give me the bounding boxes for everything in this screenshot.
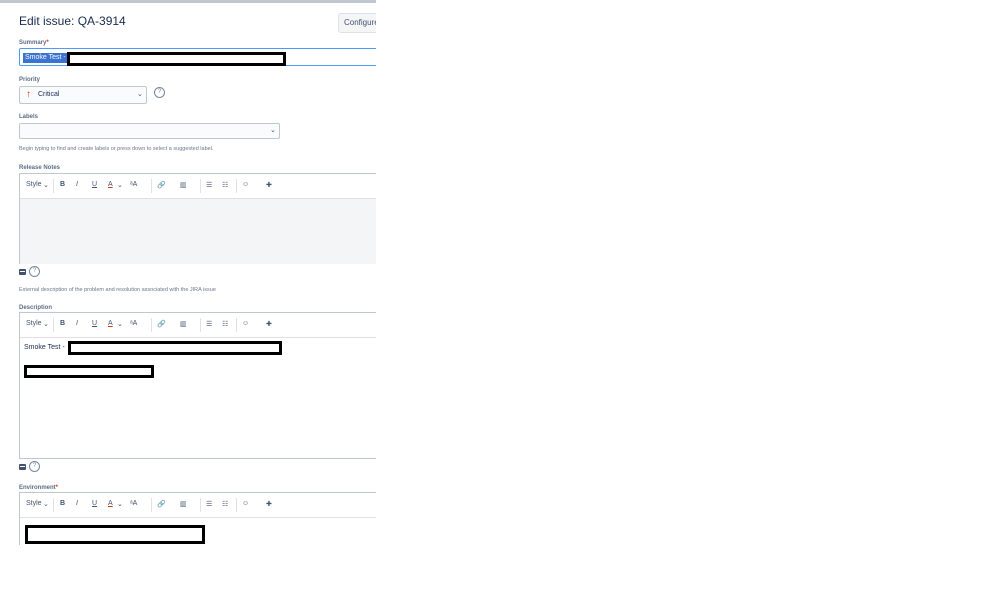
numbered-list-icon[interactable]: ☷: [222, 181, 228, 189]
release-notes-label: Release Notes: [19, 165, 61, 171]
chevron-down-icon: ⌄: [43, 501, 49, 508]
attachment-icon[interactable]: ▥: [180, 500, 187, 508]
attachment-icon[interactable]: ▥: [180, 181, 187, 189]
bullet-list-icon[interactable]: ☰: [206, 500, 212, 508]
italic-button[interactable]: I: [76, 181, 78, 188]
environment-label: Environment*: [19, 485, 58, 491]
attachment-icon[interactable]: ▥: [180, 320, 187, 328]
editor-toolbar: Style ⌄ B I U A ⌄ ᵃA 🔗 ▥ ☰ ☷ ☺ ✚: [20, 174, 376, 199]
insert-more-icon[interactable]: ✚: [266, 320, 272, 328]
required-marker: *: [55, 485, 59, 491]
style-dropdown[interactable]: Style: [26, 320, 42, 327]
priority-label: Priority: [19, 77, 41, 83]
italic-button[interactable]: I: [76, 320, 78, 327]
release-notes-editor: Style ⌄ B I U A ⌄ ᵃA 🔗 ▥ ☰ ☷ ☺ ✚: [19, 173, 376, 264]
numbered-list-icon[interactable]: ☷: [222, 320, 228, 328]
redaction-box: [67, 52, 286, 66]
edit-issue-dialog: Edit issue: QA-3914 Configure Summary* S…: [0, 0, 376, 545]
toolbar-divider: [236, 318, 237, 332]
numbered-list-icon[interactable]: ☷: [222, 500, 228, 508]
description-label: Description: [19, 305, 53, 311]
toolbar-divider: [151, 179, 152, 193]
toolbar-divider: [236, 179, 237, 193]
link-icon[interactable]: 🔗: [157, 320, 166, 328]
release-notes-help-icon[interactable]: ?: [29, 266, 40, 277]
labels-label: Labels: [19, 114, 39, 120]
toolbar-divider: [53, 179, 54, 193]
more-formatting-button[interactable]: ᵃA: [130, 500, 137, 507]
redaction-box: [68, 341, 282, 355]
priority-select[interactable]: ↑ Critical ⌄: [19, 86, 147, 104]
toolbar-divider: [200, 498, 201, 512]
toolbar-divider: [200, 179, 201, 193]
labels-hint: Begin typing to find and create labels o…: [19, 146, 214, 152]
description-help-icon[interactable]: ?: [29, 461, 40, 472]
bullet-list-icon[interactable]: ☰: [206, 181, 212, 189]
configure-fields-button[interactable]: Configure: [338, 13, 376, 33]
chevron-down-icon: ⌄: [43, 182, 49, 189]
chevron-down-icon: ⌄: [117, 182, 123, 189]
insert-more-icon[interactable]: ✚: [266, 500, 272, 508]
emoji-icon[interactable]: ☺: [242, 500, 249, 507]
bold-button[interactable]: B: [60, 181, 65, 188]
toolbar-divider: [151, 318, 152, 332]
summary-label: Summary*: [19, 40, 49, 46]
priority-help-icon[interactable]: ?: [154, 87, 165, 98]
toolbar-divider: [236, 498, 237, 512]
style-dropdown[interactable]: Style: [26, 181, 42, 188]
release-notes-text-area[interactable]: [20, 199, 376, 264]
more-formatting-button[interactable]: ᵃA: [130, 320, 137, 327]
underline-button[interactable]: U: [92, 181, 97, 188]
toolbar-divider: [53, 498, 54, 512]
description-text: Smoke Test -: [24, 344, 65, 351]
toolbar-divider: [200, 318, 201, 332]
more-formatting-button[interactable]: ᵃA: [130, 181, 137, 188]
environment-text-area[interactable]: [20, 518, 376, 545]
collapse-icon[interactable]: [19, 464, 26, 470]
bold-button[interactable]: B: [60, 320, 65, 327]
emoji-icon[interactable]: ☺: [242, 320, 249, 327]
labels-input[interactable]: ⌄: [19, 123, 280, 139]
environment-editor: Style ⌄ B I U A ⌄ ᵃA 🔗 ▥ ☰ ☷ ☺ ✚: [19, 492, 376, 545]
priority-value: Critical: [38, 91, 60, 98]
description-text-area[interactable]: Smoke Test -: [20, 338, 376, 459]
description-editor: Style ⌄ B I U A ⌄ ᵃA 🔗 ▥ ☰ ☷ ☺ ✚ Smoke T…: [19, 312, 376, 459]
required-marker: *: [46, 40, 49, 46]
text-color-button[interactable]: A: [108, 500, 113, 507]
underline-button[interactable]: U: [92, 500, 97, 507]
redaction-box: [24, 365, 154, 378]
environment-label-text: Environment: [19, 485, 56, 491]
emoji-icon[interactable]: ☺: [242, 181, 249, 188]
summary-label-text: Summary: [19, 40, 47, 46]
dialog-title: Edit issue: QA-3914: [19, 14, 126, 28]
text-color-button[interactable]: A: [108, 320, 113, 327]
insert-more-icon[interactable]: ✚: [266, 181, 272, 189]
underline-button[interactable]: U: [92, 320, 97, 327]
bullet-list-icon[interactable]: ☰: [206, 320, 212, 328]
toolbar-divider: [151, 498, 152, 512]
chevron-down-icon: ⌄: [43, 321, 49, 328]
redaction-box: [25, 525, 205, 544]
chevron-down-icon: ⌄: [117, 321, 123, 328]
editor-toolbar: Style ⌄ B I U A ⌄ ᵃA 🔗 ▥ ☰ ☷ ☺ ✚: [20, 493, 376, 518]
link-icon[interactable]: 🔗: [157, 500, 166, 508]
chevron-down-icon: ⌄: [270, 127, 276, 134]
editor-toolbar: Style ⌄ B I U A ⌄ ᵃA 🔗 ▥ ☰ ☷ ☺ ✚: [20, 313, 376, 338]
collapse-icon[interactable]: [19, 269, 26, 275]
italic-button[interactable]: I: [76, 500, 78, 507]
text-color-button[interactable]: A: [108, 181, 113, 188]
summary-selected-text: Smoke Test -: [23, 53, 68, 63]
dialog-top-border: [0, 0, 376, 3]
link-icon[interactable]: 🔗: [157, 181, 166, 189]
chevron-down-icon: ⌄: [137, 91, 143, 98]
toolbar-divider: [53, 318, 54, 332]
release-notes-hint: External description of the problem and …: [19, 287, 216, 293]
chevron-down-icon: ⌄: [117, 501, 123, 508]
style-dropdown[interactable]: Style: [26, 500, 42, 507]
summary-input[interactable]: Smoke Test -: [19, 48, 376, 66]
priority-critical-icon: ↑: [26, 89, 31, 100]
bold-button[interactable]: B: [60, 500, 65, 507]
